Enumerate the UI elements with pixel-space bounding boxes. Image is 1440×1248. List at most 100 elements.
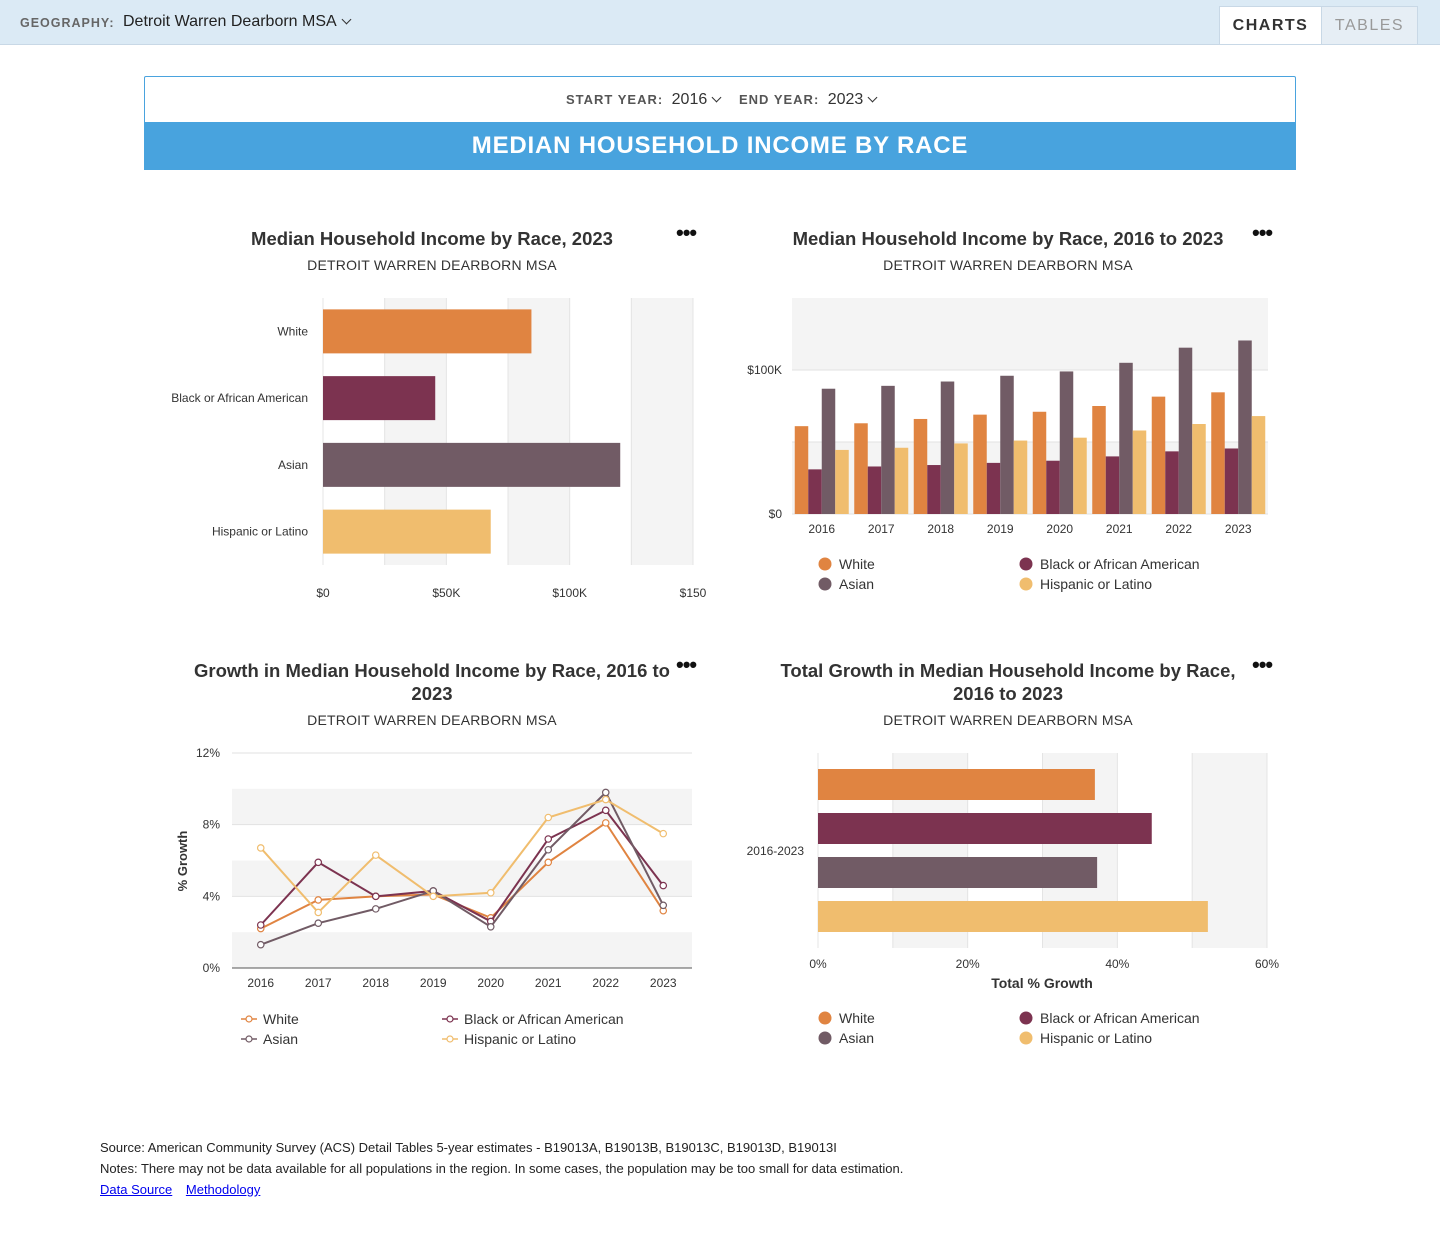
- category-label: White: [277, 324, 308, 338]
- geography-dropdown[interactable]: Detroit Warren Dearborn MSA: [123, 13, 352, 31]
- chart-4-hbar: 2016-2023 0% 20% 40% 60% Total % Growth White B…: [747, 753, 1279, 1046]
- bar-white-2016: [794, 426, 809, 514]
- bar-white: [818, 769, 1095, 800]
- bar-hispanic-or-latino-2018: [954, 443, 968, 514]
- bar-asian: [818, 857, 1098, 888]
- point-hispanic-or-latino: [659, 829, 668, 838]
- legend-marker-asian: [245, 1035, 253, 1043]
- x-tick-label: 2020: [477, 976, 504, 990]
- chart-1-subtitle: DETROIT WARREN DEARBORN MSA: [307, 257, 557, 273]
- x-tick-label: 2018: [362, 976, 389, 990]
- bar-hispanic-or-latino-2019: [1013, 440, 1028, 514]
- legend-label-white: White: [263, 1011, 299, 1027]
- bar-black-or-african-american-2020: [1046, 460, 1060, 514]
- view-tabs: CHARTS TABLES: [1219, 6, 1418, 44]
- legend-label-hispanic-or-latino: Hispanic or Latino: [1040, 576, 1152, 592]
- bar-white-2017: [854, 423, 868, 514]
- x-tick-label: 2019: [987, 522, 1014, 536]
- bar-asian-2021: [1119, 362, 1133, 514]
- point-black-or-african-american: [659, 881, 668, 890]
- point-white: [544, 858, 553, 867]
- point-asian: [601, 788, 610, 797]
- start-year-label: START YEAR:: [566, 92, 664, 107]
- x-tick-label: 2017: [868, 522, 895, 536]
- bar-white-2019: [973, 414, 987, 514]
- bar-white-2023: [1211, 392, 1225, 514]
- x-axis-title: Total % Growth: [991, 975, 1093, 991]
- x-tick-label: 2018: [927, 522, 954, 536]
- chart-3-menu-icon[interactable]: •••: [676, 652, 697, 678]
- chart-2-menu-icon[interactable]: •••: [1252, 220, 1273, 246]
- plot-band: [232, 932, 692, 968]
- chevron-down-icon: [867, 92, 878, 103]
- data-note: Notes: There may not be data available f…: [100, 1161, 904, 1176]
- bar-black-or-african-american-2023: [1224, 448, 1239, 514]
- legend-swatch-asian: [818, 577, 832, 591]
- x-tick-label: 60%: [1255, 957, 1279, 971]
- bar-black-or-african-american: [323, 376, 436, 421]
- x-tick-label: 40%: [1105, 957, 1129, 971]
- end-year-label: END YEAR:: [739, 92, 820, 107]
- bar-hispanic-or-latino-2020: [1073, 437, 1087, 514]
- category-label: 2016-2023: [747, 844, 805, 858]
- chart-2-grouped-bar: $0 $100K 2016 2017 2018 2019 2020 2021 2022 2023 W…: [747, 298, 1268, 592]
- x-tick-label: 2023: [650, 976, 677, 990]
- data-source-link[interactable]: Data Source: [100, 1182, 172, 1197]
- x-tick-label: $100K: [552, 586, 587, 600]
- x-tick-label: $50K: [432, 586, 460, 600]
- point-asian: [371, 905, 380, 913]
- bar-black-or-african-american-2016: [808, 469, 822, 514]
- point-hispanic-or-latino: [544, 813, 553, 822]
- point-asian: [659, 901, 668, 910]
- bar-black-or-african-american-2022: [1165, 451, 1179, 514]
- chart-4-title: Total Growth in Median Household Income …: [780, 660, 1236, 704]
- legend-swatch-black-or-african-american: [1019, 1011, 1033, 1025]
- point-black-or-african-american: [314, 858, 323, 867]
- point-hispanic-or-latino: [371, 851, 380, 859]
- methodology-link[interactable]: Methodology: [186, 1182, 260, 1197]
- category-label: Asian: [278, 458, 308, 472]
- legend-marker-black-or-african-american: [446, 1015, 454, 1023]
- chart-4-menu-icon[interactable]: •••: [1252, 652, 1273, 678]
- y-tick-label: $100K: [747, 363, 782, 377]
- bar-asian-2020: [1059, 371, 1074, 514]
- point-black-or-african-american: [371, 892, 380, 901]
- bar-hispanic-or-latino-2022: [1192, 424, 1206, 514]
- x-tick-label: 2017: [305, 976, 332, 990]
- source-note: Source: American Community Survey (ACS) …: [100, 1140, 837, 1155]
- legend-swatch-black-or-african-american: [1019, 557, 1033, 571]
- point-hispanic-or-latino: [601, 795, 610, 804]
- bar-white-2022: [1151, 396, 1166, 514]
- bar-black-or-african-american-2018: [927, 465, 941, 514]
- tab-tables[interactable]: TABLES: [1322, 6, 1418, 44]
- chart-2-title: Median Household Income by Race, 2016 to…: [792, 228, 1224, 249]
- end-year-dropdown[interactable]: END YEAR: 2023: [739, 91, 878, 109]
- tab-charts[interactable]: CHARTS: [1219, 6, 1322, 44]
- y-tick-label: $0: [769, 507, 783, 521]
- legend-swatch-asian: [818, 1031, 832, 1045]
- category-label: Hispanic or Latino: [212, 525, 308, 539]
- point-hispanic-or-latino: [429, 892, 438, 901]
- bar-black-or-african-american: [818, 813, 1152, 844]
- chevron-down-icon: [711, 92, 722, 103]
- y-tick-label: 12%: [196, 746, 220, 760]
- x-tick-label: 2021: [535, 976, 562, 990]
- category-label: Black or African American: [171, 391, 308, 405]
- x-tick-label: 2020: [1046, 522, 1073, 536]
- bar-hispanic-or-latino-2023: [1251, 416, 1266, 514]
- legend-label-white: White: [839, 1010, 875, 1026]
- bar-hispanic-or-latino-2017: [894, 447, 909, 514]
- bar-black-or-african-american-2019: [986, 462, 1001, 514]
- start-year-value: 2016: [671, 91, 708, 108]
- chart-1-menu-icon[interactable]: •••: [676, 220, 697, 246]
- bar-white-2021: [1092, 406, 1106, 514]
- bar-hispanic-or-latino-2021: [1132, 430, 1147, 514]
- x-tick-label: $0: [316, 586, 330, 600]
- plot-band: [792, 298, 1268, 370]
- bar-white-2020: [1032, 411, 1047, 514]
- bar-black-or-african-american-2017: [867, 466, 882, 514]
- bar-hispanic-or-latino: [818, 901, 1208, 932]
- point-asian: [256, 940, 265, 949]
- start-year-dropdown[interactable]: START YEAR: 2016: [566, 91, 722, 109]
- chart-4-subtitle: DETROIT WARREN DEARBORN MSA: [883, 712, 1133, 728]
